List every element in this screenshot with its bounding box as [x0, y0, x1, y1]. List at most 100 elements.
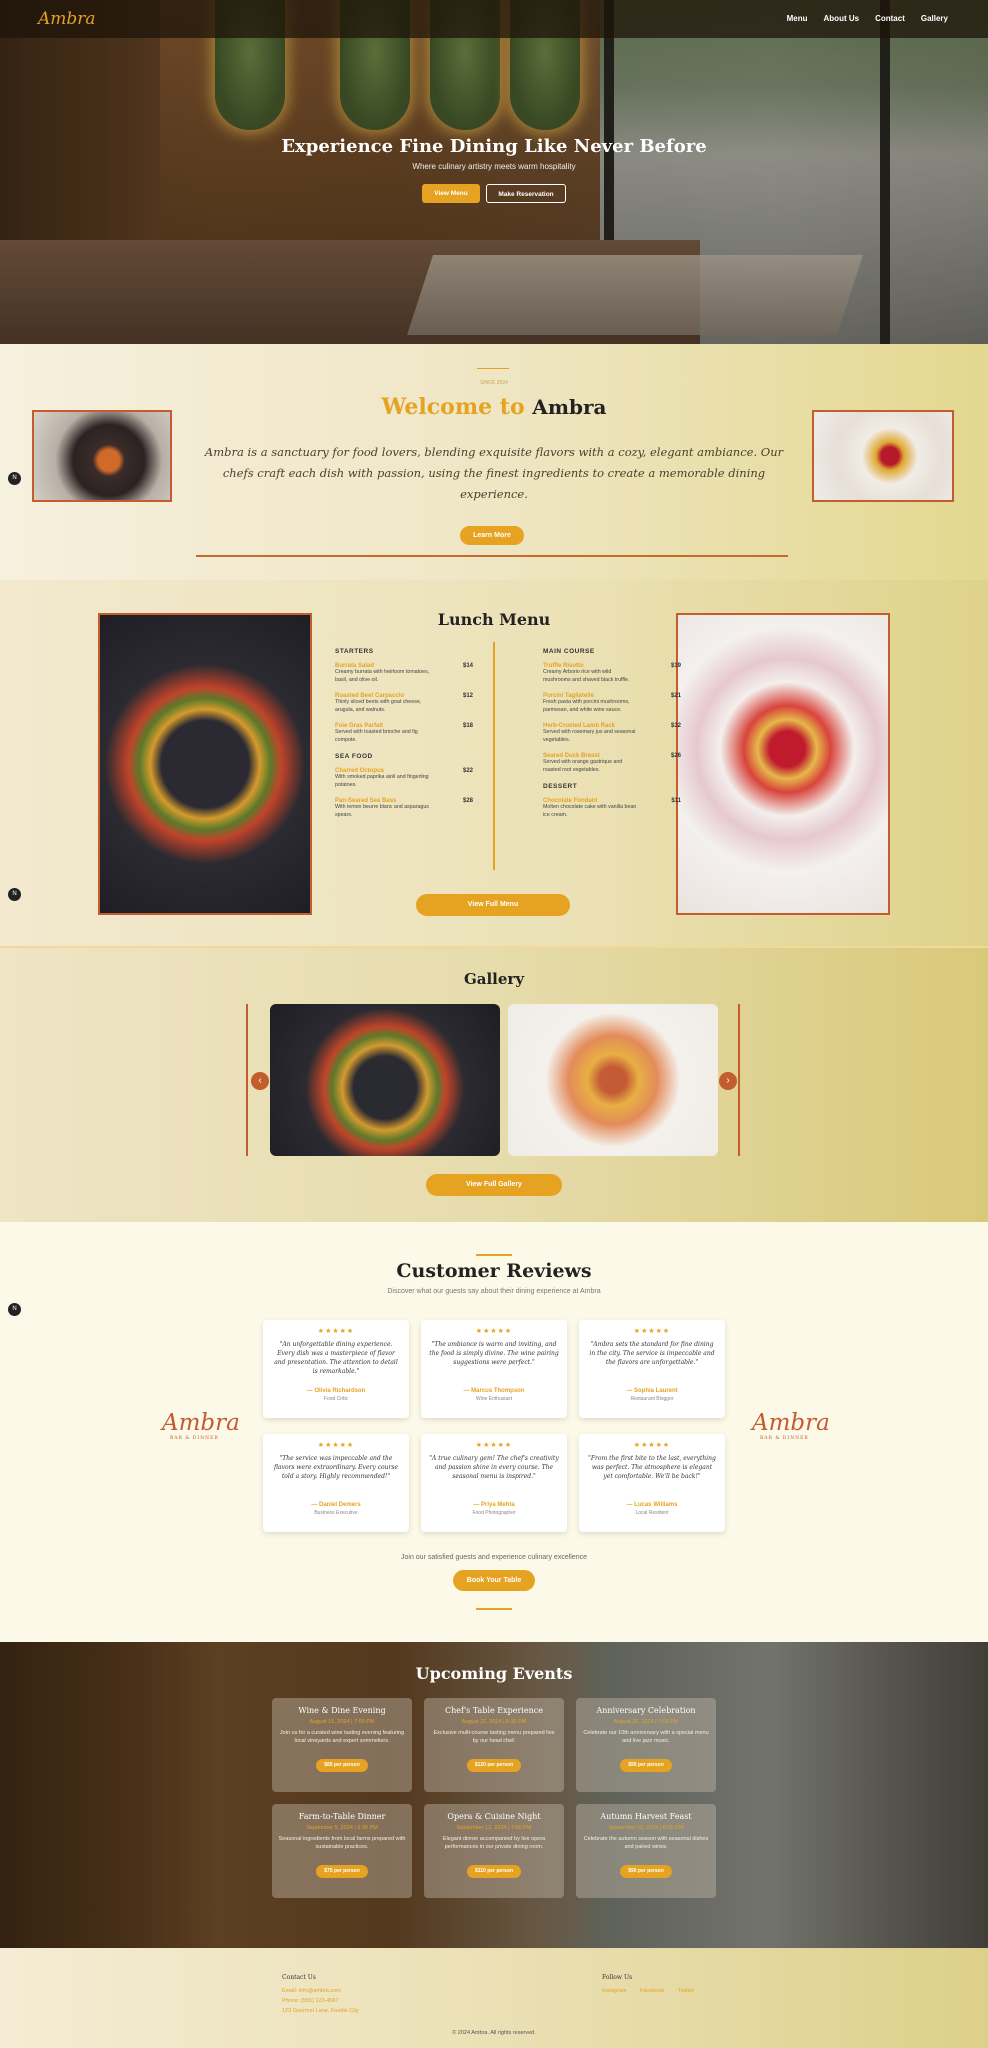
- decor-line: [477, 368, 509, 369]
- brand-logo-right: Ambra BAR & DINNER: [752, 1410, 830, 1441]
- nav-about[interactable]: About Us: [824, 14, 860, 23]
- event-desc: Join us for a curated wine tasting eveni…: [279, 1730, 405, 1744]
- event-desc: Celebrate our 10th anniversary with a sp…: [583, 1730, 709, 1744]
- section-divider: [196, 555, 788, 557]
- learn-more-button[interactable]: Learn More: [460, 526, 524, 545]
- welcome-dish-image-right: [812, 410, 954, 502]
- welcome-section: SINCE 2024 Welcome to Ambra Ambra is a s…: [0, 344, 988, 580]
- menu-item-desc: Served with rosemary jus and seasonal ve…: [543, 729, 636, 743]
- nav-links: Menu About Us Contact Gallery: [787, 14, 948, 23]
- social-facebook-link[interactable]: Facebook: [640, 1988, 664, 1994]
- menu-item-price: $19: [670, 663, 681, 669]
- reviewer-name: — Marcus Thompson: [463, 1388, 525, 1394]
- event-price-badge[interactable]: $95 per person: [620, 1759, 672, 1772]
- view-menu-button[interactable]: View Menu: [422, 184, 480, 203]
- menu-item: Truffle Risotto Creamy Arborio rice with…: [543, 663, 681, 684]
- side-marker-icon[interactable]: N: [8, 1303, 21, 1316]
- event-name: Farm-to-Table Dinner: [298, 1812, 386, 1821]
- event-price-badge[interactable]: $120 per person: [466, 1759, 522, 1772]
- lunch-menu-title: Lunch Menu: [437, 610, 551, 629]
- menu-column-divider: [493, 642, 495, 870]
- event-price-badge[interactable]: $110 per person: [466, 1865, 522, 1878]
- review-quote: "A true culinary gem! The chef's creativ…: [429, 1455, 559, 1480]
- event-date: September 12, 2024 | 7:00 PM: [456, 1825, 532, 1831]
- menu-item-price: $32: [670, 723, 681, 729]
- make-reservation-button[interactable]: Make Reservation: [486, 184, 566, 203]
- reviewer-role: Local Resident: [635, 1510, 669, 1516]
- rating-stars-icon: ★★★★★: [475, 1328, 513, 1335]
- brand-tagline: BAR & DINNER: [760, 1436, 809, 1441]
- nav-gallery[interactable]: Gallery: [921, 14, 948, 23]
- event-price-badge[interactable]: $75 per person: [316, 1865, 368, 1878]
- carousel-prev-icon[interactable]: ‹: [251, 1072, 269, 1090]
- menu-section-heading: DESSERT: [543, 783, 578, 790]
- gallery-frame-right: [738, 1004, 740, 1156]
- reviewer-name: — Daniel Demers: [311, 1502, 361, 1508]
- event-name: Opera & Cuisine Night: [447, 1812, 541, 1821]
- footer-email[interactable]: Email: info@ambra.com: [282, 1988, 341, 1994]
- rating-stars-icon: ★★★★★: [633, 1442, 671, 1449]
- event-date: August 22, 2024 | 6:30 PM: [461, 1719, 527, 1725]
- event-price-badge[interactable]: $85 per person: [316, 1759, 368, 1772]
- events-section: Upcoming Events Wine & Dine Evening Augu…: [0, 1642, 988, 1948]
- event-card: Autumn Harvest Feast September 20, 2024 …: [576, 1804, 716, 1898]
- menu-column-right: MAIN COURSE Truffle Risotto Creamy Arbor…: [543, 646, 681, 828]
- decor-line: [476, 1254, 512, 1256]
- menu-item: Seared Duck Breast Served with orange ga…: [543, 753, 681, 774]
- event-card: Opera & Cuisine Night September 12, 2024…: [424, 1804, 564, 1898]
- brand-logo-text: Ambra: [752, 1410, 830, 1436]
- reviews-section: Customer Reviews Discover what our guest…: [0, 1222, 988, 1642]
- reviewer-role: Business Executive: [314, 1510, 358, 1516]
- hero-section: Ambra Menu About Us Contact Gallery Expe…: [0, 0, 988, 344]
- menu-item-price: $22: [462, 768, 473, 774]
- reviewer-name: — Lucas Williams: [626, 1502, 678, 1508]
- nav-menu[interactable]: Menu: [787, 14, 808, 23]
- gallery-image[interactable]: [508, 1004, 718, 1156]
- menu-item-desc: With lemon beurre blanc and asparagus sp…: [335, 804, 429, 818]
- side-marker-icon[interactable]: N: [8, 888, 21, 901]
- view-full-gallery-button[interactable]: View Full Gallery: [426, 1174, 562, 1196]
- hero-title: Experience Fine Dining Like Never Before: [281, 136, 707, 157]
- brand-logo[interactable]: Ambra: [38, 9, 96, 29]
- top-navbar: Ambra Menu About Us Contact Gallery: [0, 0, 988, 38]
- welcome-description: Ambra is a sanctuary for food lovers, bl…: [204, 445, 784, 501]
- welcome-dish-image-left: [32, 410, 172, 502]
- review-quote: "Ambra sets the standard for fine dining…: [589, 1341, 715, 1366]
- footer: Contact Us Email: info@ambra.com Phone: …: [0, 1948, 988, 2048]
- footer-phone[interactable]: Phone: (555) 123-4567: [282, 1998, 339, 2004]
- event-card: Wine & Dine Evening August 15, 2024 | 7:…: [272, 1698, 412, 1792]
- menu-item-price: $11: [671, 798, 681, 804]
- carousel-next-icon[interactable]: ›: [719, 1072, 737, 1090]
- social-instagram-link[interactable]: Instagram: [602, 1988, 626, 1994]
- menu-item: Burrata Salad Creamy burrata with heirlo…: [335, 663, 473, 684]
- event-desc: Exclusive multi-course tasting menu prep…: [433, 1730, 555, 1744]
- event-price-badge[interactable]: $90 per person: [620, 1865, 672, 1878]
- lunch-image-right: [676, 613, 890, 915]
- footer-contact-title: Contact Us: [282, 1974, 316, 1981]
- gallery-frame-left: [246, 1004, 248, 1156]
- nav-contact[interactable]: Contact: [875, 14, 905, 23]
- menu-item-desc: Served with orange gastrique and roasted…: [543, 759, 623, 773]
- side-marker-icon[interactable]: N: [8, 472, 21, 485]
- menu-item: Charred Octopus With smoked paprika aiol…: [335, 768, 473, 789]
- menu-item-desc: Molten chocolate cake with vanilla bean …: [543, 804, 637, 818]
- view-full-menu-button[interactable]: View Full Menu: [416, 894, 570, 916]
- brand-tagline: BAR & DINNER: [170, 1436, 219, 1441]
- review-quote: "From the first bite to the last, everyt…: [588, 1455, 716, 1480]
- book-table-button[interactable]: Book Your Table: [453, 1570, 535, 1591]
- review-card: ★★★★★ "From the first bite to the last, …: [579, 1434, 725, 1532]
- footer-copyright: © 2024 Ambra. All rights reserved.: [452, 2030, 536, 2036]
- brand-logo-left: Ambra BAR & DINNER: [162, 1410, 240, 1441]
- review-card: ★★★★★ "Ambra sets the standard for fine …: [579, 1320, 725, 1418]
- social-twitter-link[interactable]: Twitter: [678, 1988, 694, 1994]
- menu-item-desc: Thinly sliced beets with goat cheese, ar…: [335, 699, 422, 713]
- event-name: Autumn Harvest Feast: [600, 1812, 692, 1821]
- welcome-title-prefix: Welcome to: [381, 394, 525, 420]
- menu-section-heading: SEA FOOD: [335, 753, 373, 760]
- menu-column-left: STARTERS Burrata Salad Creamy burrata wi…: [335, 646, 473, 828]
- menu-item-price: $18: [462, 723, 473, 729]
- menu-item-price: $14: [462, 663, 473, 669]
- lunch-menu-section: Lunch Menu STARTERS Burrata Salad Creamy…: [0, 580, 988, 948]
- gallery-image[interactable]: [270, 1004, 500, 1156]
- menu-item-price: $12: [462, 693, 473, 699]
